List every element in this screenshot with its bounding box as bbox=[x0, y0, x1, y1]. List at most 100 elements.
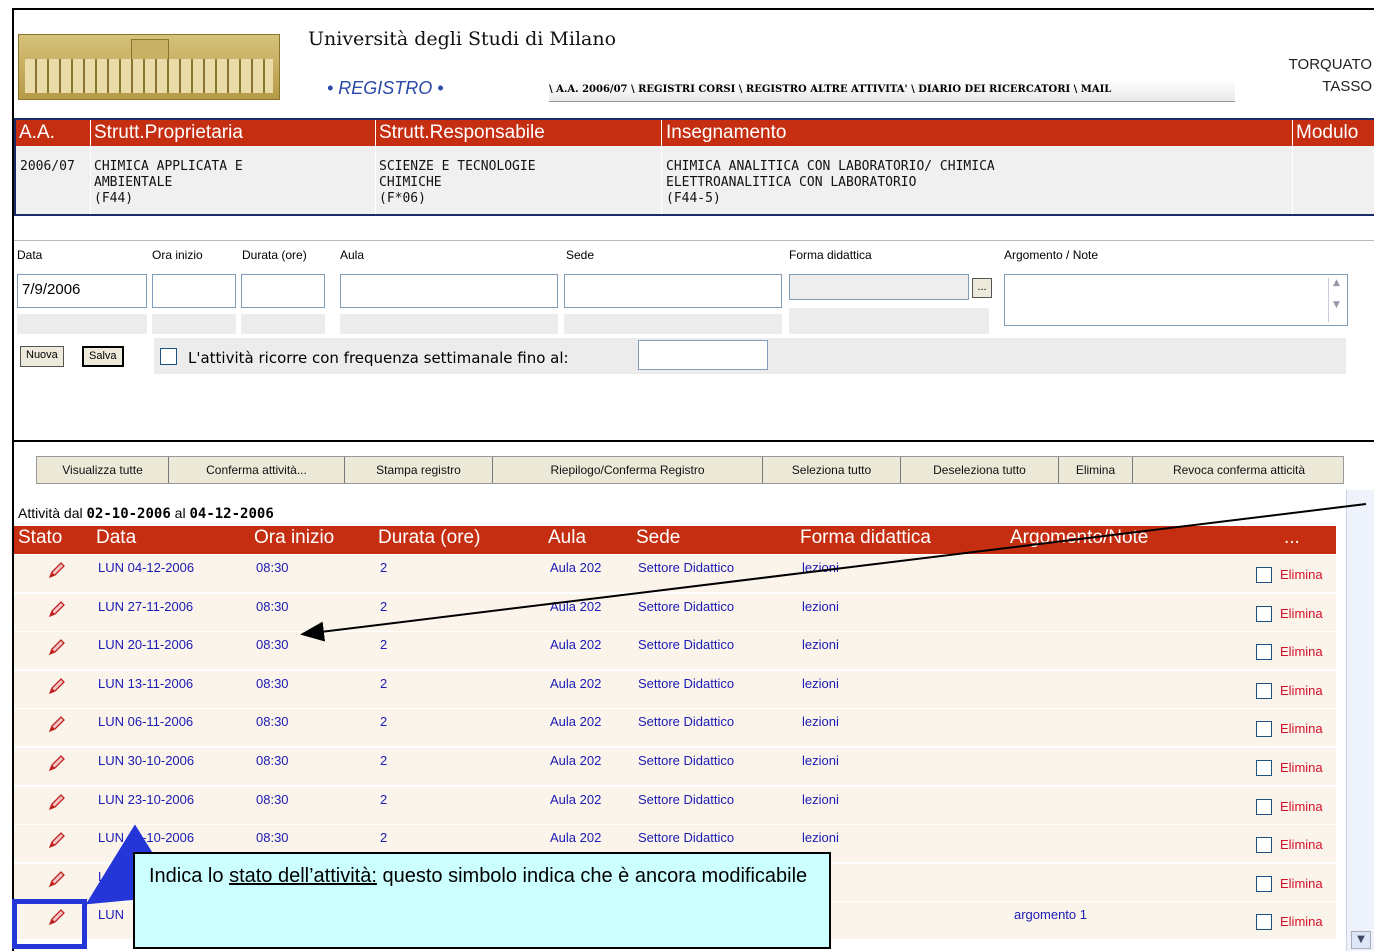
row-ora-link[interactable]: 08:30 bbox=[256, 560, 289, 575]
row-durata-link[interactable]: 2 bbox=[380, 830, 387, 845]
row-sede-link[interactable]: Settore Didattico bbox=[638, 676, 734, 691]
row-sede-link[interactable]: Settore Didattico bbox=[638, 830, 734, 845]
row-date-link[interactable]: LUN bbox=[98, 907, 124, 922]
row-aula-link[interactable]: Aula 202 bbox=[550, 599, 601, 614]
row-durata-link[interactable]: 2 bbox=[380, 676, 387, 691]
row-date-link[interactable]: LUN 06-11-2006 bbox=[98, 714, 193, 729]
row-durata-link[interactable]: 2 bbox=[380, 714, 387, 729]
nav-mail[interactable]: \ MAIL bbox=[1074, 84, 1112, 95]
row-ora-link[interactable]: 08:30 bbox=[256, 753, 289, 768]
salva-button[interactable]: Salva bbox=[82, 346, 124, 367]
row-delete-link[interactable]: Elimina bbox=[1280, 721, 1323, 736]
row-date-link[interactable]: LUN 13-11-2006 bbox=[98, 676, 193, 691]
row-ora-link[interactable]: 08:30 bbox=[256, 676, 289, 691]
row-forma-link[interactable]: lezioni bbox=[802, 599, 839, 614]
stampa-registro-button[interactable]: Stampa registro bbox=[345, 457, 493, 483]
row-ora-link[interactable]: 08:30 bbox=[256, 599, 289, 614]
pencil-icon[interactable] bbox=[48, 793, 66, 811]
durata-field[interactable] bbox=[241, 274, 325, 308]
row-aula-link[interactable]: Aula 202 bbox=[550, 714, 601, 729]
row-forma-link[interactable]: lezioni bbox=[802, 637, 839, 652]
recurrence-checkbox[interactable] bbox=[160, 348, 177, 365]
row-durata-link[interactable]: 2 bbox=[380, 792, 387, 807]
row-checkbox[interactable] bbox=[1256, 875, 1272, 892]
pencil-icon[interactable] bbox=[48, 677, 66, 695]
pencil-icon[interactable] bbox=[48, 561, 66, 579]
row-forma-link[interactable]: lezioni bbox=[802, 753, 839, 768]
row-durata-link[interactable]: 2 bbox=[380, 753, 387, 768]
row-date-link[interactable]: LUN 30-10-2006 bbox=[98, 753, 194, 768]
riepilogo-conferma-button[interactable]: Riepilogo/Conferma Registro bbox=[493, 457, 763, 483]
row-delete-link[interactable]: Elimina bbox=[1280, 760, 1323, 775]
elimina-button[interactable]: Elimina bbox=[1059, 457, 1133, 483]
conferma-attivita-button[interactable]: Conferma attività... bbox=[169, 457, 345, 483]
pencil-icon[interactable] bbox=[48, 715, 66, 733]
sede-field[interactable] bbox=[564, 274, 782, 308]
row-aula-link[interactable]: Aula 202 bbox=[550, 637, 601, 652]
row-sede-link[interactable]: Settore Didattico bbox=[638, 792, 734, 807]
row-date-link[interactable]: LUN 23-10-2006 bbox=[98, 792, 194, 807]
seleziona-tutto-button[interactable]: Seleziona tutto bbox=[763, 457, 901, 483]
row-sede-link[interactable]: Settore Didattico bbox=[638, 599, 734, 614]
row-delete-link[interactable]: Elimina bbox=[1280, 799, 1323, 814]
argomento-scrollbar[interactable]: ▲ ▼ bbox=[1328, 278, 1344, 322]
visualizza-tutte-button[interactable]: Visualizza tutte bbox=[37, 457, 169, 483]
row-forma-link[interactable]: lezioni bbox=[802, 714, 839, 729]
nav-registri-corsi[interactable]: \ REGISTRI CORSI bbox=[631, 84, 735, 95]
data-field[interactable]: 7/9/2006 bbox=[17, 274, 147, 308]
row-ora-link[interactable]: 08:30 bbox=[256, 792, 289, 807]
row-forma-link[interactable]: lezioni bbox=[802, 676, 839, 691]
row-sede-link[interactable]: Settore Didattico bbox=[638, 753, 734, 768]
nav-diario-ricercatori[interactable]: \ DIARIO DEI RICERCATORI bbox=[911, 84, 1070, 95]
row-delete-link[interactable]: Elimina bbox=[1280, 837, 1323, 852]
row-date-link[interactable]: LUN 27-11-2006 bbox=[98, 599, 193, 614]
row-durata-link[interactable]: 2 bbox=[380, 599, 387, 614]
nav-registro-altre-attivita[interactable]: \ REGISTRO ALTRE ATTIVITA' bbox=[739, 84, 908, 95]
row-delete-link[interactable]: Elimina bbox=[1280, 914, 1323, 929]
deseleziona-tutto-button[interactable]: Deseleziona tutto bbox=[901, 457, 1059, 483]
row-delete-link[interactable]: Elimina bbox=[1280, 683, 1323, 698]
row-date-link[interactable]: LUN 20-11-2006 bbox=[98, 637, 193, 652]
row-date-link[interactable]: LUN 16-10-2006 bbox=[98, 830, 194, 845]
row-aula-link[interactable]: Aula 202 bbox=[550, 560, 601, 575]
row-aula-link[interactable]: Aula 202 bbox=[550, 792, 601, 807]
row-checkbox[interactable] bbox=[1256, 605, 1272, 622]
row-delete-link[interactable]: Elimina bbox=[1280, 876, 1323, 891]
forma-browse-button[interactable]: ... bbox=[972, 278, 992, 298]
row-checkbox[interactable] bbox=[1256, 567, 1272, 583]
row-checkbox[interactable] bbox=[1256, 721, 1272, 738]
row-sede-link[interactable]: Settore Didattico bbox=[638, 637, 734, 652]
row-checkbox[interactable] bbox=[1256, 682, 1272, 699]
row-aula-link[interactable]: Aula 202 bbox=[550, 753, 601, 768]
row-checkbox[interactable] bbox=[1256, 837, 1272, 854]
nuova-button[interactable]: Nuova bbox=[20, 346, 64, 367]
row-aula-link[interactable]: Aula 202 bbox=[550, 830, 601, 845]
revoca-conferma-button[interactable]: Revoca conferma atticità bbox=[1133, 457, 1345, 483]
aula-field[interactable] bbox=[340, 274, 558, 308]
row-sede-link[interactable]: Settore Didattico bbox=[638, 560, 734, 575]
row-delete-link[interactable]: Elimina bbox=[1280, 644, 1323, 659]
row-forma-link[interactable]: lezioni bbox=[802, 792, 839, 807]
row-date-link[interactable]: LUN 04-12-2006 bbox=[98, 560, 194, 575]
pencil-icon[interactable] bbox=[48, 870, 66, 888]
row-durata-link[interactable]: 2 bbox=[380, 637, 387, 652]
row-sede-link[interactable]: Settore Didattico bbox=[638, 714, 734, 729]
row-checkbox[interactable] bbox=[1256, 914, 1272, 931]
row-ora-link[interactable]: 08:30 bbox=[256, 830, 289, 845]
row-checkbox[interactable] bbox=[1256, 798, 1272, 815]
row-date-link[interactable]: LUN bbox=[98, 869, 124, 884]
ora-inizio-field[interactable] bbox=[152, 274, 236, 308]
pencil-icon[interactable] bbox=[48, 831, 66, 849]
recurrence-end-field[interactable] bbox=[638, 340, 768, 370]
pencil-icon[interactable] bbox=[48, 600, 66, 618]
row-forma-link[interactable]: lezioni bbox=[802, 560, 839, 575]
row-delete-link[interactable]: Elimina bbox=[1280, 567, 1323, 582]
row-checkbox[interactable] bbox=[1256, 644, 1272, 661]
row-checkbox[interactable] bbox=[1256, 760, 1272, 776]
row-ora-link[interactable]: 08:30 bbox=[256, 637, 289, 652]
row-forma-link[interactable]: lezioni bbox=[802, 830, 839, 845]
argomento-field[interactable] bbox=[1004, 274, 1348, 326]
pencil-icon[interactable] bbox=[48, 754, 66, 772]
row-ora-link[interactable]: 08:30 bbox=[256, 714, 289, 729]
row-durata-link[interactable]: 2 bbox=[380, 560, 387, 575]
